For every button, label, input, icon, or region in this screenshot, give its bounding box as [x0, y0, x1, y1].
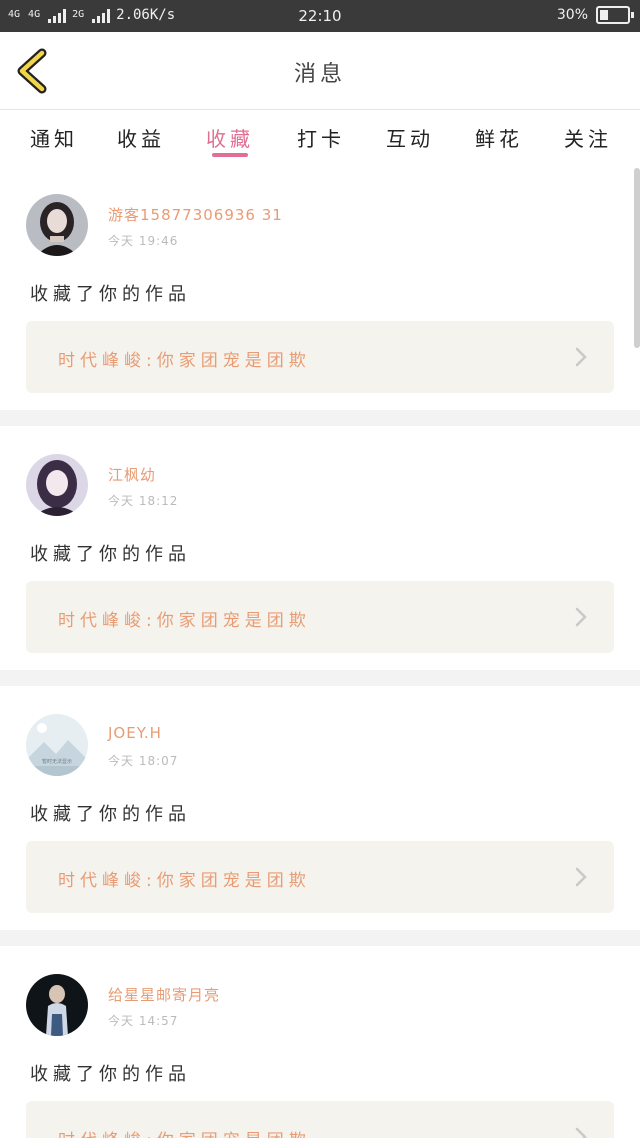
- battery-icon: [596, 6, 634, 24]
- chevron-right-icon: [575, 867, 587, 887]
- work-title: 时代峰峻:你家团宠是团欺: [58, 871, 311, 891]
- action-text: 收藏了你的作品: [30, 804, 191, 825]
- landscape-avatar-icon: [26, 714, 88, 776]
- work-link[interactable]: 时代峰峻:你家团宠是团欺: [26, 1101, 614, 1138]
- chevron-right-icon: [575, 607, 587, 627]
- page-title: 消息: [293, 62, 346, 87]
- work-link[interactable]: 时代峰峻:你家团宠是团欺: [26, 581, 614, 653]
- avatar[interactable]: [26, 974, 88, 1036]
- tab-follow[interactable]: 关注: [548, 123, 628, 152]
- active-tab-indicator: [212, 153, 248, 157]
- tab-notice[interactable]: 通知: [14, 123, 94, 152]
- work-title: 时代峰峻:你家团宠是团欺: [58, 351, 311, 371]
- user-name[interactable]: 游客15877306936 31: [108, 204, 283, 225]
- status-bar: 4G 4G 2G 2.06K/s 22:10 30%: [0, 0, 640, 32]
- purple-girl-avatar-icon: [26, 454, 88, 516]
- divider: [0, 670, 640, 686]
- user-name[interactable]: 江枫幼: [108, 464, 156, 485]
- work-link[interactable]: 时代峰峻:你家团宠是团欺: [26, 841, 614, 913]
- message-time: 今天 18:12: [108, 494, 179, 508]
- list-item: 给星星邮寄月亮 今天 14:57 收藏了你的作品 时代峰峻:你家团宠是团欺: [0, 946, 640, 1138]
- action-text: 收藏了你的作品: [30, 284, 191, 305]
- divider: [0, 410, 640, 426]
- user-name[interactable]: JOEY.H: [108, 724, 162, 742]
- work-link[interactable]: 时代峰峻:你家团宠是团欺: [26, 321, 614, 393]
- tab-favorites[interactable]: 收藏: [190, 123, 270, 152]
- message-list: 游客15877306936 31 今天 19:46 收藏了你的作品 时代峰峻:你…: [0, 166, 640, 1138]
- message-tabs: 通知 收益 收藏 打卡 互动 鲜花 关注: [0, 110, 640, 166]
- avatar[interactable]: [26, 194, 88, 256]
- avatar-caption: 暂时无法显示: [41, 759, 72, 765]
- dark-girl-avatar-icon: [26, 194, 88, 256]
- message-time: 今天 18:07: [108, 754, 179, 768]
- nav-header: 消息: [0, 32, 640, 110]
- divider: [0, 930, 640, 946]
- tab-interaction[interactable]: 互动: [370, 123, 450, 152]
- list-item: 江枫幼 今天 18:12 收藏了你的作品 时代峰峻:你家团宠是团欺: [0, 426, 640, 670]
- work-title: 时代峰峻:你家团宠是团欺: [58, 611, 311, 631]
- avatar[interactable]: [26, 454, 88, 516]
- status-right: 30%: [556, 6, 634, 24]
- list-item: 暂时无法显示 JOEY.H 今天 18:07 收藏了你的作品 时代峰峻:你家团宠…: [0, 686, 640, 930]
- battery-percent: 30%: [556, 7, 588, 23]
- boy-avatar-icon: [26, 974, 88, 1036]
- tab-flowers[interactable]: 鲜花: [459, 123, 539, 152]
- tab-earnings[interactable]: 收益: [101, 123, 181, 152]
- chevron-right-icon: [575, 1127, 587, 1138]
- scrollbar[interactable]: [634, 168, 640, 348]
- message-time: 今天 14:57: [108, 1014, 179, 1028]
- action-text: 收藏了你的作品: [30, 1064, 191, 1085]
- tab-checkin[interactable]: 打卡: [281, 123, 361, 152]
- user-name[interactable]: 给星星邮寄月亮: [108, 984, 220, 1005]
- message-time: 今天 19:46: [108, 234, 179, 248]
- avatar[interactable]: 暂时无法显示: [26, 714, 88, 776]
- chevron-right-icon: [575, 347, 587, 367]
- work-title: 时代峰峻:你家团宠是团欺: [58, 1126, 311, 1138]
- clock: 22:10: [298, 7, 342, 25]
- list-item: 游客15877306936 31 今天 19:46 收藏了你的作品 时代峰峻:你…: [0, 166, 640, 410]
- action-text: 收藏了你的作品: [30, 544, 191, 565]
